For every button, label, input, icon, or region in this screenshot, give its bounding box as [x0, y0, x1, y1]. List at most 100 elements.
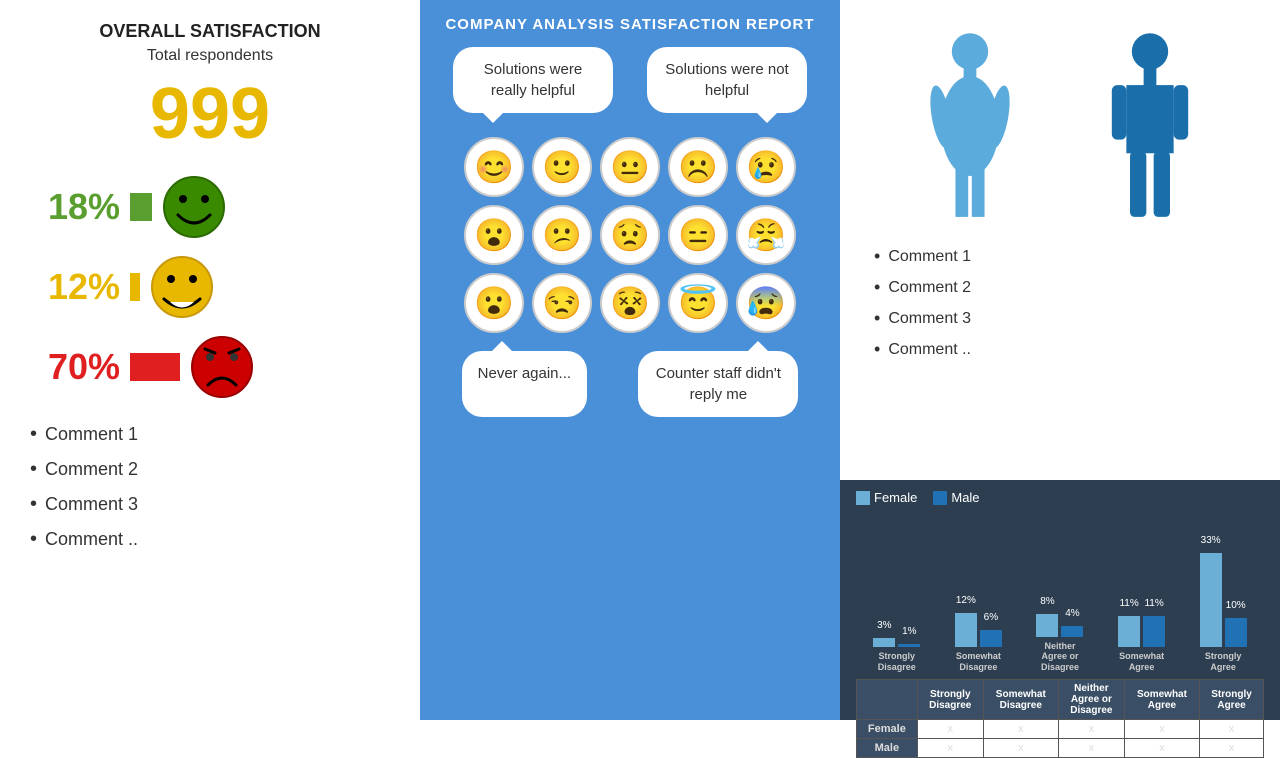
group-label: Strongly Disagree	[878, 651, 916, 673]
emoji-2-3: 😟	[600, 205, 660, 265]
face-sad	[190, 335, 254, 399]
emoji-3-4: 😇	[668, 273, 728, 333]
emoji-grid: 😊 🙂 😐 ☹️ 😢 😮 😕 😟 😑 😤 😮 😒 😵 😇 😰	[464, 137, 796, 333]
col-header-neither: NeitherAgree orDisagree	[1058, 680, 1124, 720]
cell-male-3: x	[1058, 739, 1124, 758]
group-label: Neither Agree or Disagree	[1041, 641, 1079, 673]
cell-male-1: x	[917, 739, 983, 758]
bars-row: 11%11%	[1118, 616, 1165, 647]
cell-female-1: x	[917, 720, 983, 739]
emoji-1-2: 🙂	[532, 137, 592, 197]
bar-label-male: 10%	[1225, 600, 1247, 611]
speech-bubbles-top: Solutions were really helpful Solutions …	[436, 47, 824, 113]
chart-group: 3%1% Strongly Disagree	[856, 638, 938, 673]
bars-row: 12%6%	[955, 613, 1002, 647]
comment-item: Comment ..	[30, 528, 138, 551]
right-comment-item: Comment 3	[874, 308, 1256, 329]
cell-female-4: x	[1124, 720, 1199, 739]
right-comment-item: Comment ..	[874, 339, 1256, 360]
left-comments: Comment 1 Comment 2 Comment 3 Comment ..	[30, 423, 138, 563]
emoji-1-4: ☹️	[668, 137, 728, 197]
middle-panel: COMPANY ANALYSIS SATISFACTION REPORT Sol…	[420, 0, 840, 720]
chart-legend: Female Male	[856, 490, 1264, 505]
col-header-somewhat-agree: SomewhatAgree	[1124, 680, 1199, 720]
chart-area: 3%1% Strongly Disagree 12%6% Somewhat Disag…	[856, 513, 1264, 673]
sat-row-green: 18%	[30, 175, 390, 239]
legend-female-box	[856, 491, 870, 505]
bars-row: 3%1%	[873, 638, 920, 647]
bubble-top-left: Solutions were really helpful	[453, 47, 613, 113]
group-label: Strongly Agree	[1205, 651, 1242, 673]
emoji-3-3: 😵	[600, 273, 660, 333]
comment-item: Comment 1	[30, 423, 138, 446]
bar-male: 4%	[1061, 626, 1083, 637]
right-comments: Comment 1 Comment 2 Comment 3 Comment ..	[864, 246, 1256, 370]
right-comment-item: Comment 1	[874, 246, 1256, 267]
chart-table: StronglyDisagree SomewhatDisagree Neithe…	[856, 679, 1264, 758]
overall-title: OVERALL SATISFACTION	[30, 20, 390, 43]
bar-label-female: 8%	[1036, 596, 1058, 607]
bar-male: 11%	[1143, 616, 1165, 647]
bubble-top-right: Solutions were not helpful	[647, 47, 807, 113]
legend-male: Male	[933, 490, 979, 505]
chart-group: 8%4% Neither Agree or Disagree	[1019, 614, 1101, 673]
col-header-strongly-disagree: StronglyDisagree	[917, 680, 983, 720]
bubble-bottom-left: Never again...	[462, 351, 587, 417]
chart-panel: Female Male 3%1% Strongly Disagree 12%6% So…	[840, 480, 1280, 720]
pct-green: 18%	[30, 186, 120, 228]
bar-label-male: 4%	[1061, 608, 1083, 619]
bar-label-female: 11%	[1118, 598, 1140, 609]
bar-male: 1%	[898, 644, 920, 647]
comment-item: Comment 2	[30, 458, 138, 481]
face-happy	[162, 175, 226, 239]
cell-male-5: x	[1200, 739, 1264, 758]
cell-male-2: x	[983, 739, 1058, 758]
bars-row: 8%4%	[1036, 614, 1083, 637]
bars-row: 33%10%	[1200, 553, 1247, 647]
cell-female-3: x	[1058, 720, 1124, 739]
male-figure	[1100, 26, 1200, 226]
sat-row-yellow: 12%	[30, 255, 390, 319]
pct-yellow: 12%	[30, 266, 120, 308]
bubble-bottom-right: Counter staff didn't reply me	[638, 351, 798, 417]
female-svg	[920, 26, 1020, 226]
emoji-1-1: 😊	[464, 137, 524, 197]
emoji-1-5: 😢	[736, 137, 796, 197]
total-respondents-label: Total respondents	[30, 47, 390, 65]
group-label: Somewhat Disagree	[956, 651, 1001, 673]
bar-female: 11%	[1118, 616, 1140, 647]
bar-female: 12%	[955, 613, 977, 647]
emoji-3-2: 😒	[532, 273, 592, 333]
bar-label-male: 6%	[980, 612, 1002, 623]
bar-label-male: 11%	[1143, 598, 1165, 609]
row-female-label: Female	[857, 720, 918, 739]
group-label: Somewhat Agree	[1119, 651, 1164, 673]
chart-group: 11%11% Somewhat Agree	[1101, 616, 1183, 673]
col-header-strongly-agree: StronglyAgree	[1200, 680, 1264, 720]
bar-label-male: 1%	[898, 626, 920, 637]
speech-bubbles-bottom: Never again... Counter staff didn't repl…	[436, 351, 824, 417]
sat-row-red: 70%	[30, 335, 390, 399]
right-comment-item: Comment 2	[874, 277, 1256, 298]
female-figure	[920, 26, 1020, 226]
bar-male: 6%	[980, 630, 1002, 647]
company-title: COMPANY ANALYSIS SATISFACTION REPORT	[445, 16, 814, 33]
emoji-3-1: 😮	[464, 273, 524, 333]
bar-red	[130, 353, 180, 381]
emoji-2-5: 😤	[736, 205, 796, 265]
emoji-2-4: 😑	[668, 205, 728, 265]
comment-item: Comment 3	[30, 493, 138, 516]
row-male-label: Male	[857, 739, 918, 758]
legend-female: Female	[856, 490, 917, 505]
pct-red: 70%	[30, 346, 120, 388]
right-panel: Comment 1 Comment 2 Comment 3 Comment ..…	[840, 0, 1280, 720]
cell-male-4: x	[1124, 739, 1199, 758]
face-neutral	[150, 255, 214, 319]
total-number: 999	[30, 73, 390, 155]
bar-label-female: 33%	[1200, 535, 1222, 546]
chart-group: 12%6% Somewhat Disagree	[938, 613, 1020, 673]
bar-male: 10%	[1225, 618, 1247, 647]
col-header-somewhat-disagree: SomewhatDisagree	[983, 680, 1058, 720]
emoji-2-1: 😮	[464, 205, 524, 265]
emoji-2-2: 😕	[532, 205, 592, 265]
